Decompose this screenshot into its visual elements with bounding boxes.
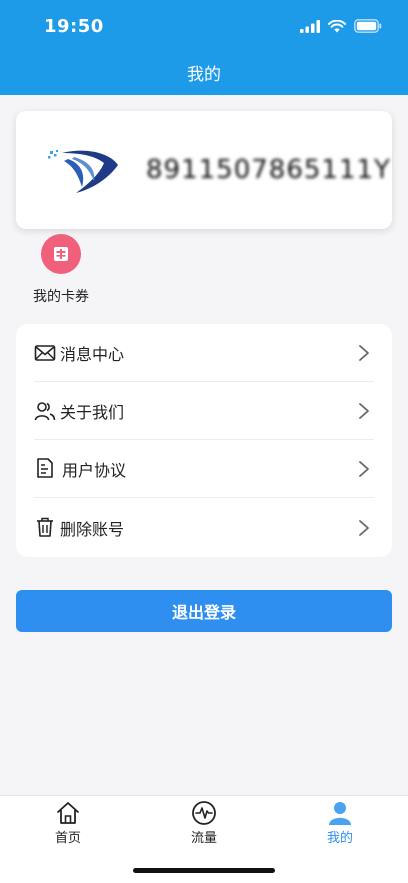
tab-profile[interactable]: 我的 bbox=[300, 800, 380, 846]
mail-icon bbox=[34, 345, 56, 361]
wifi-icon bbox=[328, 19, 346, 32]
my-coupons-button[interactable]: 我的卡券 bbox=[22, 232, 100, 305]
coupon-icon bbox=[41, 234, 81, 274]
menu-item-agreement[interactable]: 用户协议 bbox=[16, 440, 392, 498]
document-icon bbox=[37, 458, 53, 478]
sim-card-panel[interactable]: 8911507865111Y bbox=[16, 111, 392, 229]
app-header: 19:50 我的 bbox=[0, 0, 408, 95]
card-number: 8911507865111Y bbox=[146, 155, 391, 185]
chevron-right-icon bbox=[359, 403, 369, 419]
menu-label-agreement: 用户协议 bbox=[62, 461, 127, 480]
traffic-icon bbox=[192, 801, 216, 825]
trash-icon bbox=[37, 517, 53, 537]
tab-home[interactable]: 首页 bbox=[28, 800, 108, 846]
profile-icon bbox=[329, 802, 351, 825]
home-icon bbox=[57, 802, 79, 824]
logout-button[interactable]: 退出登录 bbox=[16, 590, 392, 632]
signal-icon bbox=[300, 19, 320, 33]
tab-traffic[interactable]: 流量 bbox=[164, 800, 244, 846]
battery-icon bbox=[354, 19, 382, 33]
tab-label-home: 首页 bbox=[54, 831, 81, 846]
tab-label-profile: 我的 bbox=[326, 831, 353, 846]
home-indicator bbox=[133, 868, 275, 873]
menu-label-delete-account: 删除账号 bbox=[60, 520, 125, 539]
tab-label-traffic: 流量 bbox=[190, 831, 217, 846]
menu-label-messages: 消息中心 bbox=[60, 345, 125, 364]
chevron-right-icon bbox=[359, 345, 369, 361]
users-icon bbox=[34, 402, 56, 421]
menu-item-messages[interactable]: 消息中心 bbox=[16, 324, 392, 382]
status-time: 19:50 bbox=[44, 16, 104, 37]
page-title: 我的 bbox=[187, 65, 221, 85]
settings-menu: 消息中心 关于我们 用户协议 删除账号 bbox=[16, 324, 392, 557]
menu-label-about: 关于我们 bbox=[60, 403, 125, 422]
status-icons bbox=[300, 18, 382, 34]
menu-item-about[interactable]: 关于我们 bbox=[16, 382, 392, 440]
coupon-label: 我的卡券 bbox=[33, 289, 89, 305]
chevron-right-icon bbox=[359, 461, 369, 477]
menu-item-delete-account[interactable]: 删除账号 bbox=[16, 499, 392, 557]
brand-logo-icon bbox=[48, 150, 118, 193]
chevron-right-icon bbox=[359, 520, 369, 536]
menu-divider bbox=[34, 497, 374, 498]
